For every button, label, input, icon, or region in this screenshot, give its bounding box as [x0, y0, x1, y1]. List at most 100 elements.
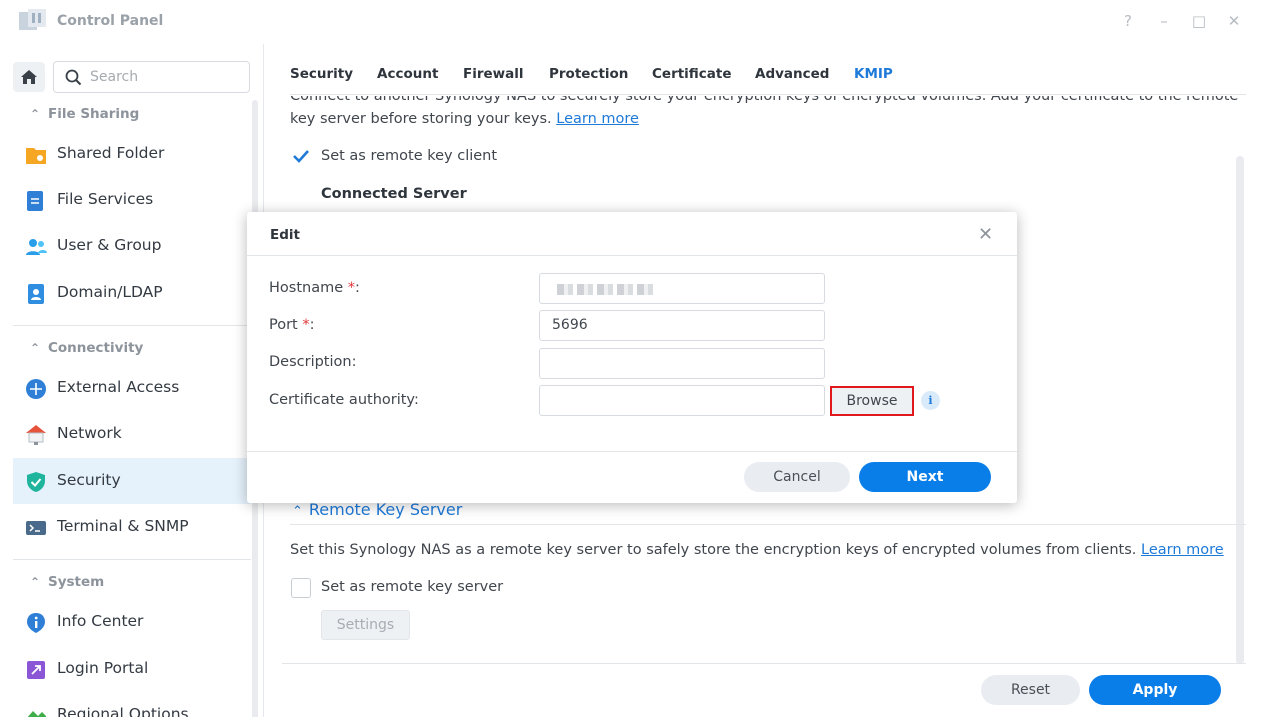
search-input[interactable]: Search [53, 61, 250, 93]
folder-icon [26, 148, 46, 164]
tab-firewall[interactable]: Firewall [463, 66, 524, 82]
maximize-icon[interactable]: □ [1190, 12, 1208, 30]
home-button[interactable] [13, 62, 45, 92]
control-panel-window: Control Panel ? – □ ✕ Search ⌃ File Shari… [0, 0, 1265, 717]
app-title: Control Panel [57, 13, 164, 29]
footer-divider [282, 663, 1246, 664]
dialog-footer-divider [247, 451, 1017, 452]
tab-account[interactable]: Account [377, 66, 438, 82]
browse-button[interactable]: Browse [830, 386, 914, 416]
control-panel-app-icon [19, 9, 46, 30]
edit-dialog: Edit ✕ Hostname *: Port *: 5696 Descript… [247, 212, 1017, 503]
required-mark: * [347, 280, 355, 296]
title-bar: Control Panel ? – □ ✕ [0, 0, 1265, 44]
main-scrollbar[interactable] [1236, 156, 1244, 664]
section-label: System [48, 574, 105, 590]
section-file-sharing[interactable]: ⌃ File Sharing [30, 106, 139, 122]
section-label: File Sharing [48, 106, 140, 122]
section-system[interactable]: ⌃ System [30, 574, 104, 590]
sidebar-item-domain-ldap[interactable]: Domain/LDAP [13, 270, 251, 316]
sidebar-item-login-portal[interactable]: Login Portal [13, 646, 251, 692]
sidebar-item-label: File Services [57, 190, 154, 208]
description-field[interactable] [539, 348, 825, 379]
remote-key-client-checkbox[interactable] [290, 146, 310, 166]
client-description-line1: Connect to another Synology NAS to secur… [290, 88, 1239, 104]
search-icon [65, 69, 82, 86]
sidebar-item-info-center[interactable]: Info Center [13, 599, 251, 645]
description-label: Description: [269, 354, 357, 370]
reset-button[interactable]: Reset [981, 675, 1080, 705]
section-divider [290, 524, 1246, 525]
certificate-authority-label: Certificate authority: [269, 392, 419, 408]
port-field[interactable]: 5696 [539, 310, 825, 341]
sidebar-item-label: Security [57, 471, 121, 489]
divider [13, 559, 251, 560]
sidebar-item-label: Domain/LDAP [57, 283, 163, 301]
sidebar-item-network[interactable]: Network [13, 411, 251, 457]
client-description-text: key server before storing your keys. [290, 111, 552, 127]
sidebar-item-user-group[interactable]: User & Group [13, 223, 251, 269]
tab-protection[interactable]: Protection [549, 66, 628, 82]
tab-advanced[interactable]: Advanced [755, 66, 829, 82]
file-services-icon [27, 191, 43, 211]
dialog-close-icon[interactable]: ✕ [978, 224, 993, 245]
settings-button[interactable]: Settings [321, 610, 410, 640]
chevron-up-icon: ⌃ [30, 575, 41, 589]
server-description: Set this Synology NAS as a remote key se… [290, 542, 1224, 558]
hostname-field[interactable] [539, 273, 825, 304]
section-label: Connectivity [48, 340, 144, 356]
sidebar-item-regional-options[interactable]: Regional Options [13, 692, 251, 717]
sidebar-item-label: Regional Options [57, 705, 189, 717]
tab-kmip[interactable]: KMIP [854, 66, 893, 82]
sidebar-item-label: User & Group [57, 236, 162, 254]
redacted-hostname [557, 284, 653, 295]
sidebar-item-security[interactable]: Security [13, 458, 251, 504]
sidebar-item-label: Terminal & SNMP [57, 517, 189, 535]
sidebar-item-label: External Access [57, 378, 180, 396]
close-icon[interactable]: ✕ [1225, 12, 1243, 30]
section-connectivity[interactable]: ⌃ Connectivity [30, 340, 143, 356]
sidebar-item-file-services[interactable]: File Services [13, 177, 251, 223]
remote-key-server-label: Set as remote key server [321, 579, 504, 595]
minimize-icon[interactable]: – [1155, 12, 1173, 30]
sidebar-item-label: Info Center [57, 612, 144, 630]
info-icon[interactable]: i [921, 391, 940, 410]
cancel-button[interactable]: Cancel [744, 462, 850, 492]
dialog-title: Edit [270, 227, 300, 243]
shield-icon [27, 472, 45, 492]
chevron-up-icon[interactable]: ⌃ [292, 504, 303, 519]
home-icon [21, 70, 37, 84]
checkmark-icon [293, 150, 309, 163]
next-button[interactable]: Next [859, 462, 991, 492]
chevron-up-icon: ⌃ [30, 341, 41, 355]
dialog-header-divider [247, 255, 1017, 256]
regional-options-icon [27, 711, 46, 717]
hostname-label: Hostname *: [269, 280, 360, 296]
client-description-line2: key server before storing your keys. Lea… [290, 111, 639, 127]
tab-divider [290, 94, 1246, 95]
sidebar-item-terminal-snmp[interactable]: Terminal & SNMP [13, 504, 251, 550]
tab-security[interactable]: Security [290, 66, 353, 82]
help-icon[interactable]: ? [1119, 12, 1137, 30]
sidebar: Search ⌃ File Sharing Shared Folder File … [0, 44, 264, 717]
sidebar-item-shared-folder[interactable]: Shared Folder [13, 131, 251, 177]
divider [13, 325, 251, 326]
apply-button[interactable]: Apply [1089, 675, 1221, 705]
certificate-authority-field[interactable] [539, 385, 825, 416]
login-portal-icon [27, 661, 45, 679]
domain-icon [28, 284, 44, 304]
remote-key-server-checkbox[interactable] [291, 578, 311, 598]
sidebar-item-label: Login Portal [57, 659, 149, 677]
tab-certificate[interactable]: Certificate [652, 66, 732, 82]
sidebar-item-external-access[interactable]: External Access [13, 365, 251, 411]
external-access-icon [26, 379, 46, 399]
remote-key-client-label: Set as remote key client [321, 148, 498, 164]
connected-server-heading: Connected Server [321, 186, 467, 202]
terminal-icon [26, 521, 46, 535]
port-label-text: Port [269, 317, 303, 333]
hostname-label-text: Hostname [269, 280, 348, 296]
server-learn-more-link[interactable]: Learn more [1141, 542, 1224, 558]
port-label: Port *: [269, 317, 315, 333]
user-group-icon [26, 239, 47, 255]
learn-more-link[interactable]: Learn more [556, 111, 639, 127]
